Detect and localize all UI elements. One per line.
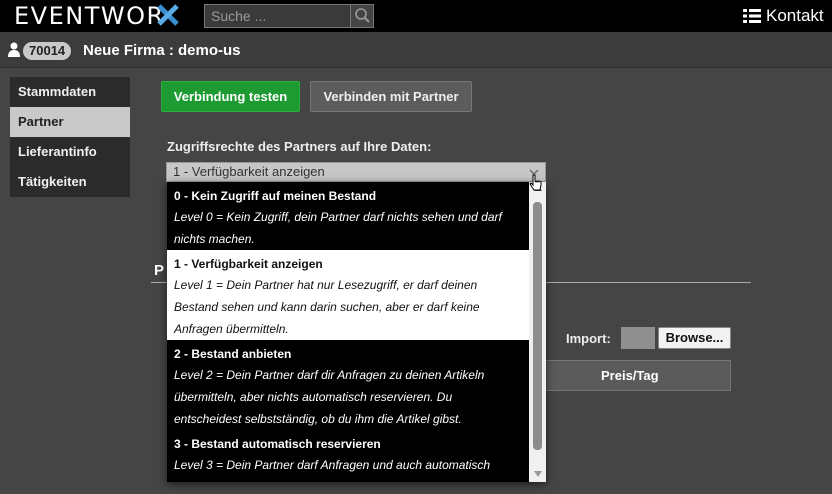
file-name-field[interactable] xyxy=(621,327,655,349)
access-rights-select[interactable]: 1 - Verfügbarkeit anzeigen xyxy=(166,162,546,182)
company-id-badge: 70014 xyxy=(23,42,72,60)
option-description-line: Level 0 = Kein Zugriff, dein Partner dar… xyxy=(174,210,502,224)
column-header-price[interactable]: Preis/Tag xyxy=(601,361,659,391)
option-title: 3 - Bestand automatisch reservieren xyxy=(174,437,381,451)
option-description-line: Anfragen übermitteln. xyxy=(174,322,289,336)
mouse-cursor-icon xyxy=(529,174,542,191)
option-title: 2 - Bestand anbieten xyxy=(174,347,292,361)
list-icon xyxy=(743,9,761,23)
option-description-line: übermitteln, aber nichts automatisch res… xyxy=(174,390,453,404)
search-icon xyxy=(355,8,370,23)
option-description-line: Bestand sehen und kann darin suchen, abe… xyxy=(174,300,480,314)
option-description-line: Level 1 = Dein Partner hat nur Lesezugri… xyxy=(174,278,478,292)
sidebar-item-stammdaten[interactable]: Stammdaten xyxy=(10,77,130,107)
sidebar-item-lieferantinfo[interactable]: Lieferantinfo xyxy=(10,137,130,167)
option-title: 1 - Verfügbarkeit anzeigen xyxy=(174,257,323,271)
dropdown-scrollbar[interactable] xyxy=(529,182,546,482)
dropdown-option-level-1[interactable]: 1 - Verfügbarkeit anzeigen Level 1 = Dei… xyxy=(167,250,529,340)
dropdown-option-level-3[interactable]: 3 - Bestand automatisch reservieren Leve… xyxy=(167,430,529,482)
import-label: Import: xyxy=(566,331,611,346)
company-name: Neue Firma : demo-us xyxy=(83,42,241,59)
option-description-line: entscheidest selbstständig, ob du ihm di… xyxy=(174,412,462,426)
connect-partner-button[interactable]: Verbinden mit Partner xyxy=(310,81,472,112)
user-icon xyxy=(8,42,20,57)
sidebar: Stammdaten Partner Lieferantinfo Tätigke… xyxy=(10,77,130,197)
contact-label: Kontakt xyxy=(766,6,824,25)
access-rights-dropdown-list: 0 - Kein Zugriff auf meinen Bestand Leve… xyxy=(167,182,546,482)
search-input[interactable] xyxy=(205,5,351,27)
company-header: 70014 Neue Firma : demo-us xyxy=(0,32,832,68)
search-button[interactable] xyxy=(350,5,373,27)
option-description-line: Level 3 = Dein Partner darf Anfragen und… xyxy=(174,458,491,472)
scroll-down-icon[interactable] xyxy=(534,471,542,477)
logo[interactable]: EVENTWOR xyxy=(14,3,165,29)
dropdown-option-level-2[interactable]: 2 - Bestand anbieten Level 2 = Dein Part… xyxy=(167,340,529,430)
dropdown-option-level-0[interactable]: 0 - Kein Zugriff auf meinen Bestand Leve… xyxy=(167,182,529,250)
section-title: P xyxy=(154,262,165,279)
sidebar-item-partner[interactable]: Partner xyxy=(10,107,130,137)
table-header: Preis/Tag xyxy=(525,360,731,391)
logo-text: EVENTWOR xyxy=(14,2,165,30)
logo-x-icon xyxy=(157,4,179,26)
search-box xyxy=(204,4,374,28)
scrollbar-thumb[interactable] xyxy=(533,202,542,450)
sidebar-item-taetigkeiten[interactable]: Tätigkeiten xyxy=(10,167,130,197)
option-description-line: Level 2 = Dein Partner darf dir Anfragen… xyxy=(174,368,485,382)
option-title: 0 - Kein Zugriff auf meinen Bestand xyxy=(174,189,377,203)
access-rights-label: Zugriffsrechte des Partners auf Ihre Dat… xyxy=(167,139,432,154)
contact-link[interactable]: Kontakt xyxy=(743,5,824,27)
browse-button[interactable]: Browse... xyxy=(658,327,731,349)
select-value: 1 - Verfügbarkeit anzeigen xyxy=(173,164,325,179)
option-description-line: nichts machen. xyxy=(174,232,255,246)
top-bar: EVENTWOR Kontakt xyxy=(0,0,832,32)
test-connection-button[interactable]: Verbindung testen xyxy=(161,81,300,112)
